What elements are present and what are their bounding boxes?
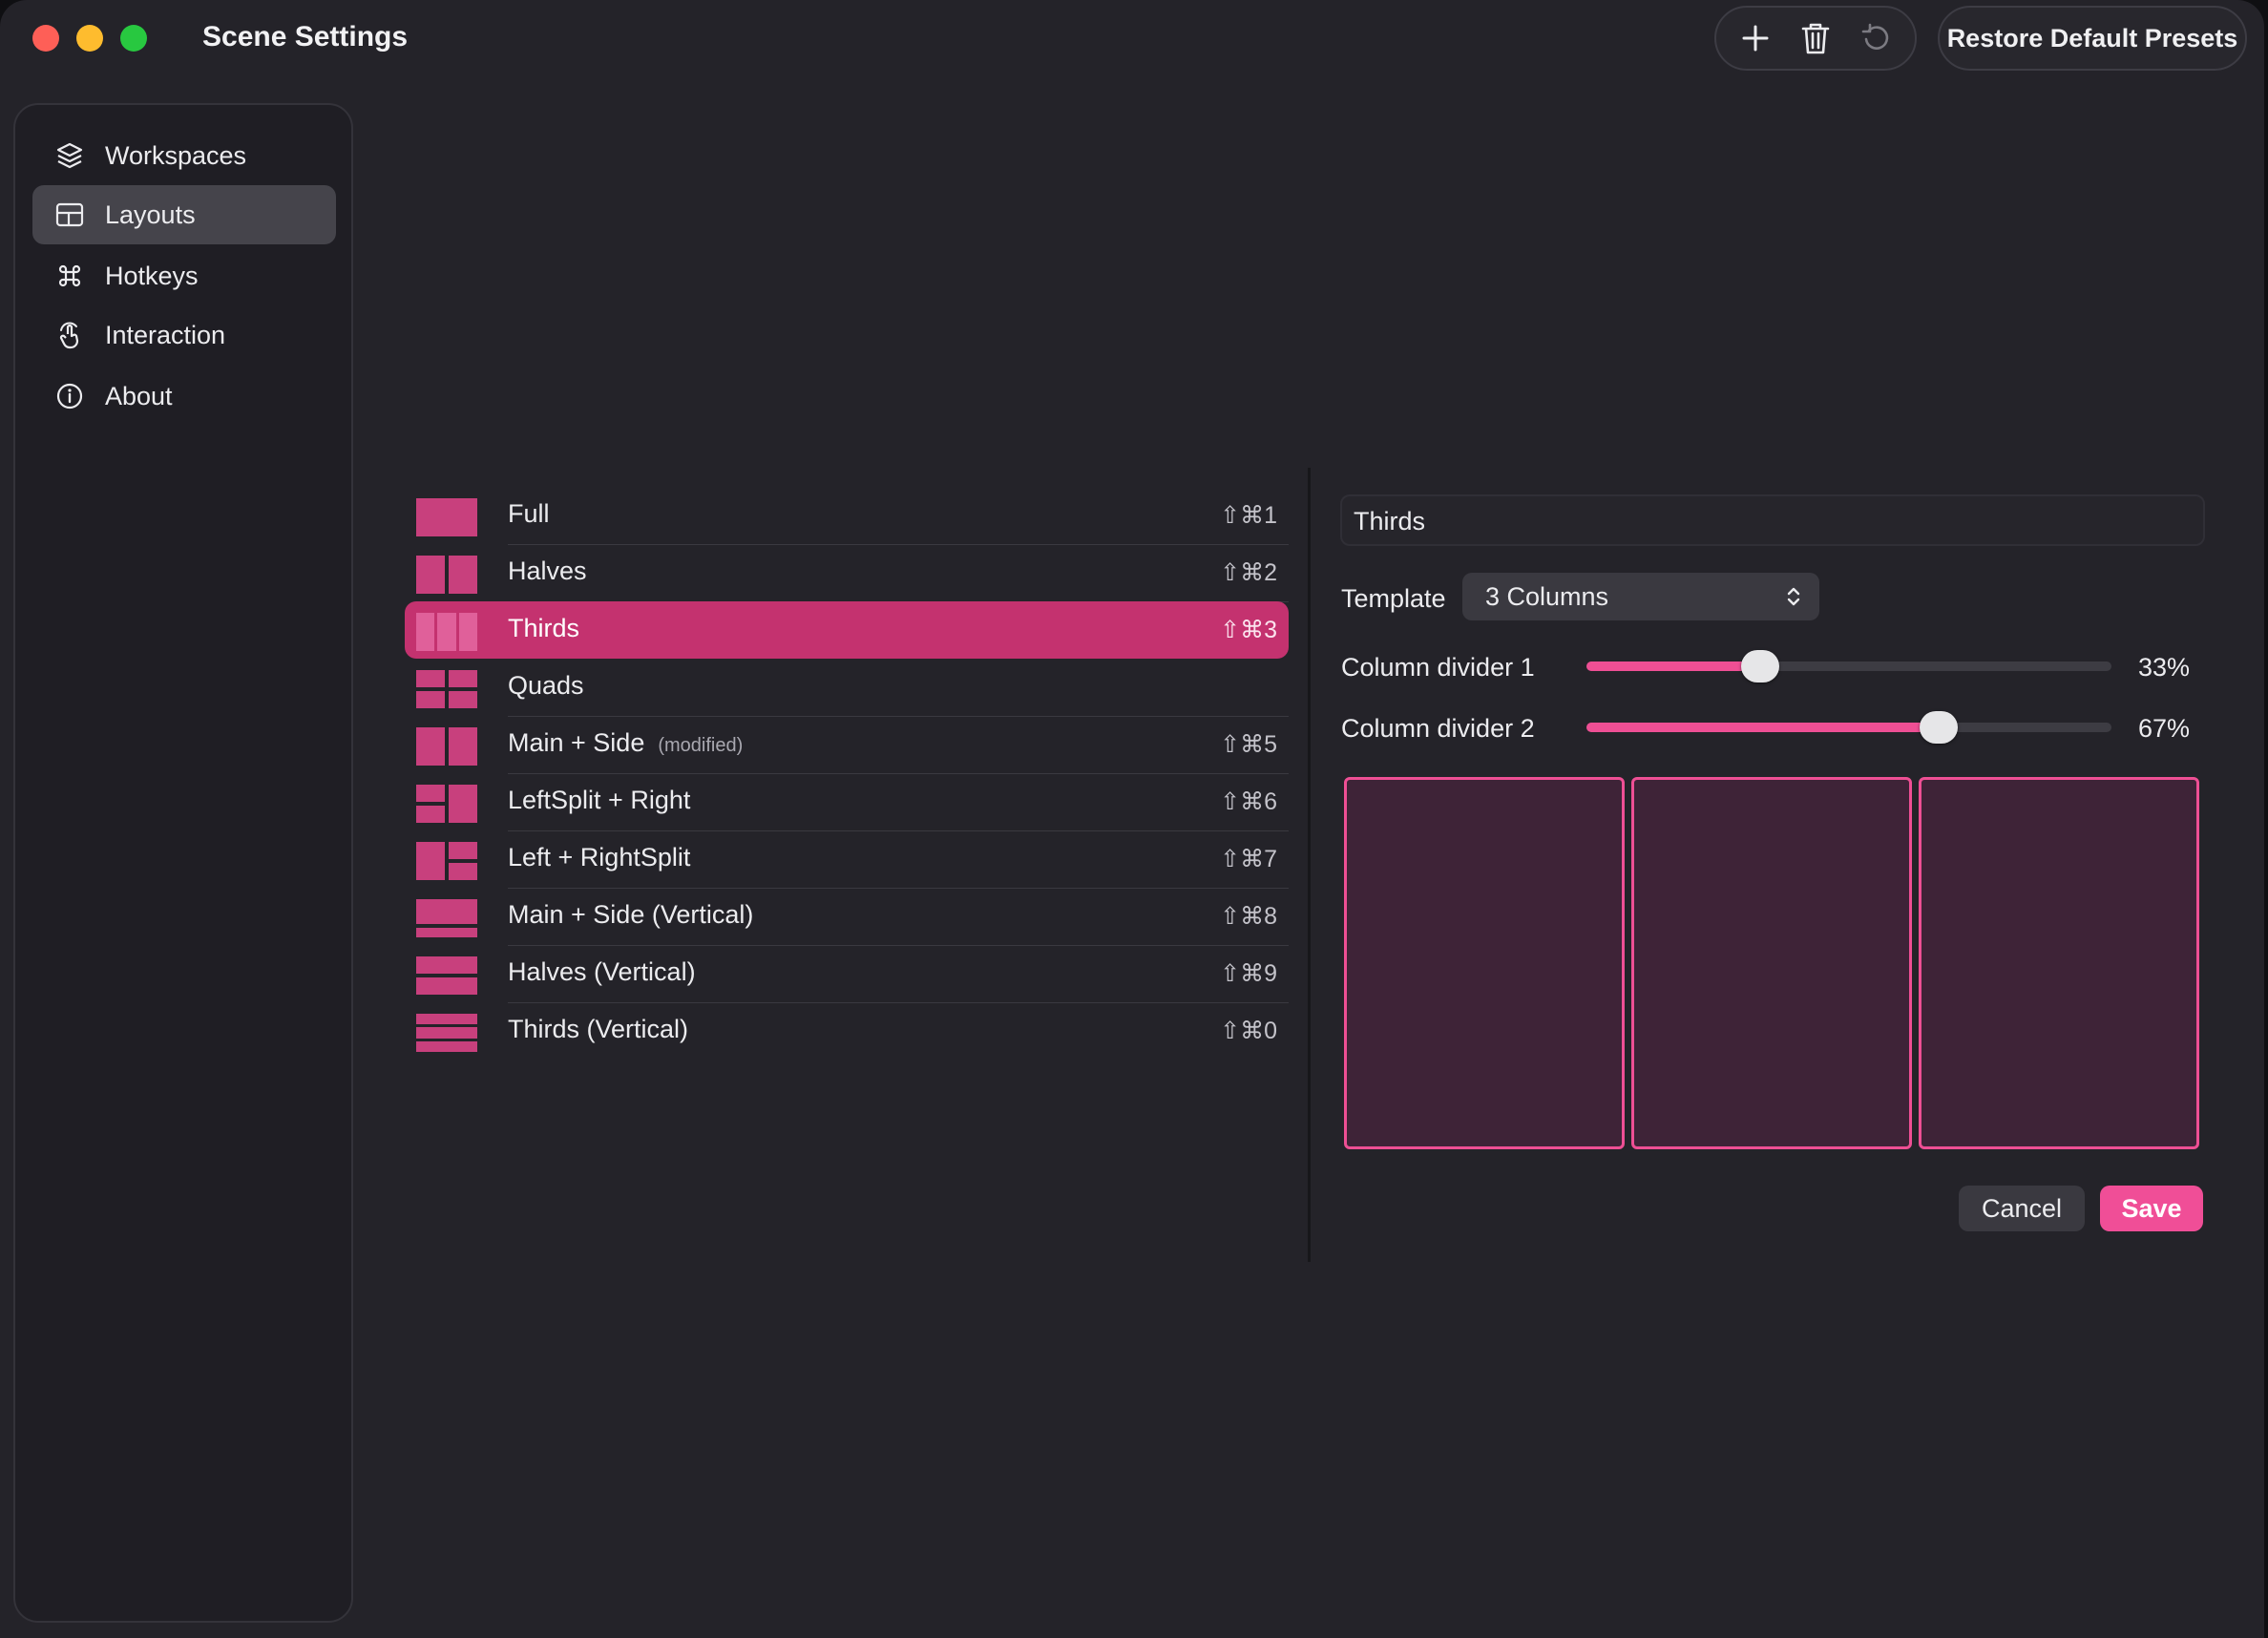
preview-column-1 [1344,777,1625,1149]
layout-row-quads[interactable]: Quads [405,659,1289,717]
chevron-up-down-icon [1787,587,1800,606]
restore-default-presets-button[interactable]: Restore Default Presets [1938,6,2247,71]
settings-window: Scene Settings Restore Default Presets W… [0,0,2264,1638]
hand-pointer-icon [53,319,86,351]
layout-shortcut: ⇧⌘0 [1220,1018,1277,1044]
layout-row-left-rightsplit[interactable]: Left + RightSplit ⇧⌘7 [405,830,1289,889]
cancel-button[interactable]: Cancel [1959,1186,2085,1231]
layout-shortcut: ⇧⌘1 [1220,502,1277,529]
template-select-value: 3 Columns [1485,582,1609,611]
layout-main-side-vertical-icon [416,899,477,937]
layout-row-main-side[interactable]: Main + Side (modified) ⇧⌘5 [405,716,1289,774]
layout-name: LeftSplit + Right [508,786,691,814]
sidebar-item-label: Hotkeys [105,261,199,290]
slider-fill [1586,662,1760,671]
column-divider-1-label: Column divider 1 [1341,653,1535,682]
command-icon [53,260,86,292]
modified-badge: (modified) [658,735,744,756]
layout-shortcut: ⇧⌘6 [1220,788,1277,815]
sidebar-item-hotkeys[interactable]: Hotkeys [32,246,336,305]
sidebar-item-label: Layouts [105,200,196,229]
layout-main-side-icon [416,727,477,766]
minimize-window-button[interactable] [76,25,103,52]
layout-name: Thirds (Vertical) [508,1015,689,1043]
layout-name-field[interactable]: Thirds [1340,494,2205,546]
title-bar: Scene Settings Restore Default Presets [0,0,2264,76]
add-layout-button[interactable] [1734,17,1776,59]
layout-halves-icon [416,556,477,594]
sidebar-item-label: Interaction [105,320,226,349]
revert-button[interactable] [1855,17,1897,59]
layout-row-thirds-vertical[interactable]: Thirds (Vertical) ⇧⌘0 [405,1002,1289,1060]
stack-icon [53,139,86,172]
sidebar-item-about[interactable]: About [32,367,336,426]
column-divider-2-slider[interactable] [1586,711,2111,744]
sidebar-item-interaction[interactable]: Interaction [32,305,336,365]
layout-shortcut: ⇧⌘3 [1220,617,1277,643]
sidebar-item-label: Workspaces [105,140,247,170]
layout-thirds-icon [416,613,477,651]
layout-row-halves[interactable]: Halves ⇧⌘2 [405,544,1289,602]
layout-thirds-vertical-icon [416,1014,477,1052]
layout-row-main-side-vertical[interactable]: Main + Side (Vertical) ⇧⌘8 [405,888,1289,946]
column-divider-2-label: Column divider 2 [1341,714,1535,743]
slider-fill [1586,723,1939,732]
toolbar-button-group [1714,6,1917,71]
preview-column-3 [1919,777,2199,1149]
preview-column-2 [1631,777,1912,1149]
layout-shortcut: ⇧⌘5 [1220,731,1277,758]
delete-layout-button[interactable] [1795,17,1837,59]
layout-full-icon [416,498,477,536]
window-title: Scene Settings [202,21,409,52]
window-edge [2264,0,2268,1638]
layout-name: Halves [508,556,587,585]
layout-shortcut: ⇧⌘9 [1220,960,1277,987]
layout-name: Left + RightSplit [508,843,691,872]
layout-leftsplit-right-icon [416,785,477,823]
layout-name: Main + Side (Vertical) [508,900,754,929]
trash-icon [1801,23,1830,54]
plus-icon [1742,25,1769,52]
template-label: Template [1341,584,1446,613]
grid-icon [53,199,86,231]
layout-shortcut: ⇧⌘8 [1220,903,1277,930]
sidebar-item-label: About [105,381,173,410]
zoom-window-button[interactable] [120,25,147,52]
column-divider-1-slider[interactable] [1586,650,2111,682]
layout-name: Thirds [508,614,580,642]
layout-row-leftsplit-right[interactable]: LeftSplit + Right ⇧⌘6 [405,773,1289,831]
layout-row-thirds[interactable]: Thirds ⇧⌘3 [405,601,1289,659]
sidebar-item-workspaces[interactable]: Workspaces [32,126,336,185]
layout-shortcut: ⇧⌘7 [1220,846,1277,872]
layout-halves-vertical-icon [416,956,477,995]
column-divider-2-value: 67% [2138,714,2191,743]
template-select[interactable]: 3 Columns [1462,573,1819,620]
sidebar: Workspaces Layouts Hotkeys Interaction A… [13,103,353,1623]
layout-name: Halves (Vertical) [508,957,696,986]
info-icon [53,380,86,412]
layout-quads-icon [416,670,477,708]
pane-divider[interactable] [1308,468,1311,1262]
undo-icon [1861,23,1888,50]
close-window-button[interactable] [32,25,59,52]
slider-knob[interactable] [1741,650,1779,682]
layout-row-full[interactable]: Full ⇧⌘1 [405,487,1289,545]
layout-name: Full [508,499,550,528]
column-divider-1-value: 33% [2138,653,2191,682]
layout-left-rightsplit-icon [416,842,477,880]
sidebar-item-layouts[interactable]: Layouts [32,185,336,244]
layout-name: Quads [508,671,584,700]
layout-row-halves-vertical[interactable]: Halves (Vertical) ⇧⌘9 [405,945,1289,1003]
layout-name: Main + Side (modified) [508,728,744,757]
slider-knob[interactable] [1920,711,1958,744]
save-button[interactable]: Save [2100,1186,2203,1231]
layout-shortcut: ⇧⌘2 [1220,559,1277,586]
